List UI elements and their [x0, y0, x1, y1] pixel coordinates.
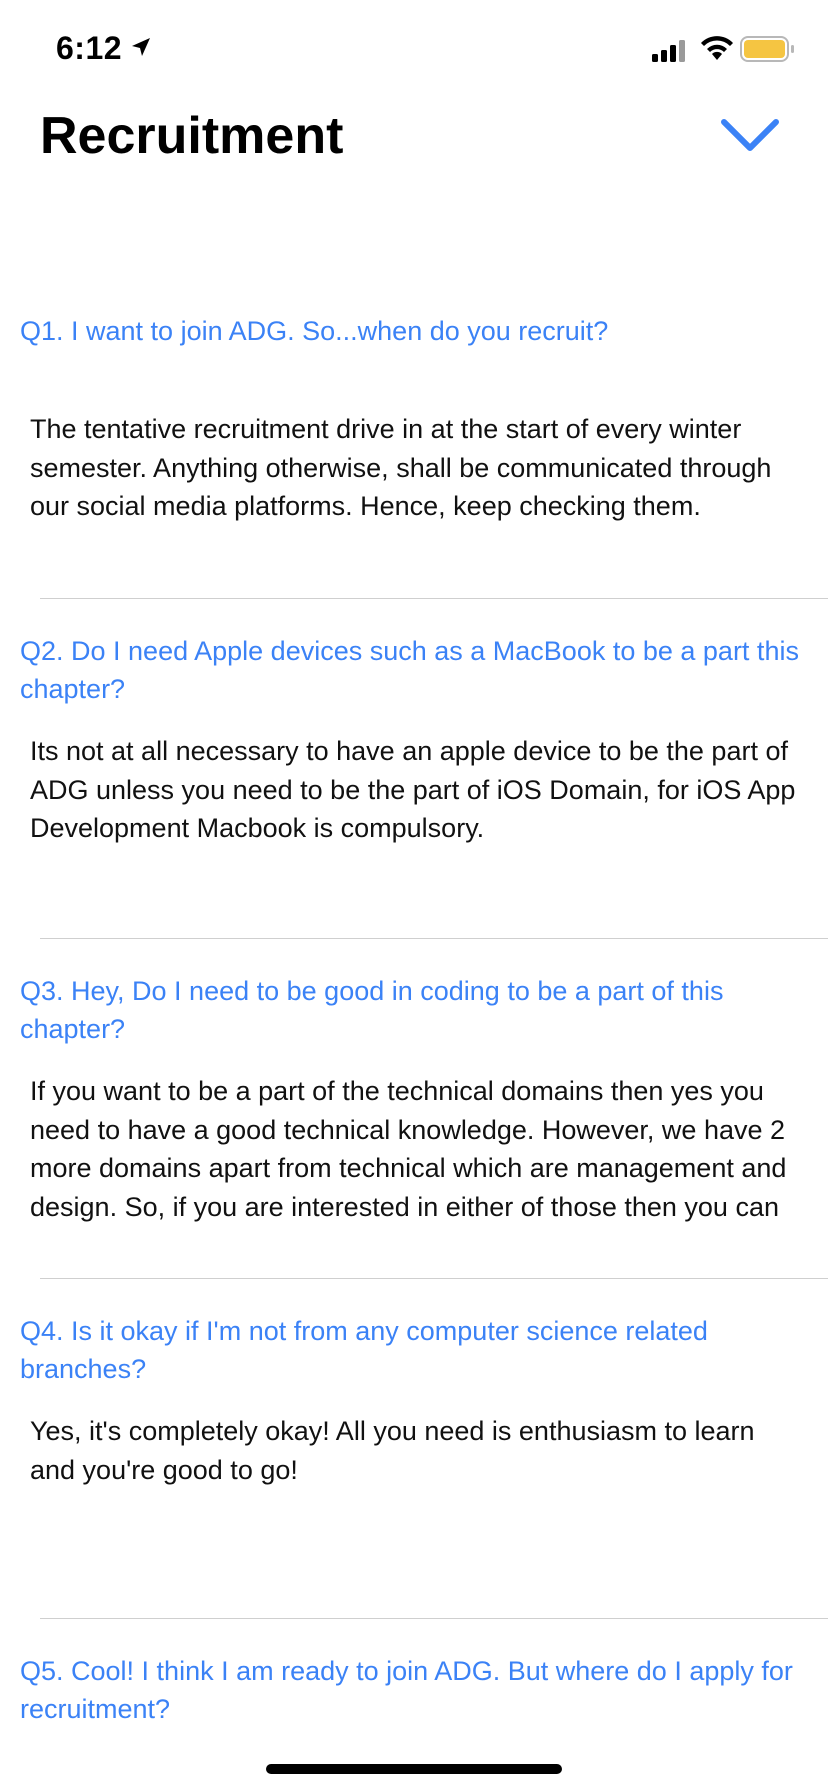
- location-arrow-icon: [132, 38, 150, 56]
- faq-question[interactable]: Q1. I want to join ADG. So...when do you…: [20, 312, 810, 350]
- wifi-icon: [701, 36, 733, 60]
- faq-question[interactable]: Q3. Hey, Do I need to be good in coding …: [20, 972, 810, 1048]
- battery-icon: [740, 36, 794, 62]
- faq-answer: Its not at all necessary to have an appl…: [30, 736, 796, 843]
- faq-answer-box: The tentative recruitment drive in at th…: [30, 410, 800, 570]
- faq-answer: Yes, it's completely okay! All you need …: [30, 1416, 755, 1485]
- divider: [40, 938, 828, 939]
- chevron-down-icon: [721, 119, 779, 151]
- divider: [40, 598, 828, 599]
- faq-answer: If you want to be a part of the technica…: [30, 1076, 787, 1222]
- cellular-signal-icon: [652, 40, 685, 62]
- home-indicator[interactable]: [266, 1764, 562, 1774]
- faq-answer-box: Its not at all necessary to have an appl…: [30, 732, 800, 892]
- status-bar: 6:12: [0, 0, 828, 96]
- divider: [40, 1618, 828, 1619]
- faq-answer: The tentative recruitment drive in at th…: [30, 414, 772, 521]
- faq-question[interactable]: Q2. Do I need Apple devices such as a Ma…: [20, 632, 810, 708]
- faq-list[interactable]: Q1. I want to join ADG. So...when do you…: [0, 300, 828, 1740]
- faq-answer-box: Yes, it's completely okay! All you need …: [30, 1412, 800, 1572]
- faq-question[interactable]: Q4. Is it okay if I'm not from any compu…: [20, 1312, 810, 1388]
- divider: [40, 1278, 828, 1279]
- faq-answer-box: If you want to be a part of the technica…: [30, 1072, 800, 1226]
- nav-header: Recruitment: [0, 96, 828, 206]
- faq-question[interactable]: Q5. Cool! I think I am ready to join ADG…: [20, 1652, 810, 1728]
- collapse-button[interactable]: [712, 106, 788, 166]
- page-title: Recruitment: [40, 107, 344, 165]
- status-time: 6:12: [56, 30, 123, 66]
